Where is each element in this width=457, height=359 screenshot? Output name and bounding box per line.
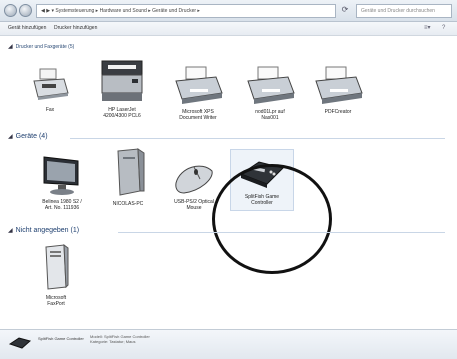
device-label: NICOLAS-PC	[112, 201, 144, 207]
mouse-icon	[175, 165, 213, 194]
device-tile-nod01lpr[interactable]: nod01Lpr auf Nas001	[238, 65, 302, 121]
view-options-icon[interactable]: ≡▾	[424, 24, 431, 33]
device-tile-monitor[interactable]: Belinea 1980 S2 / Art. No. 111936	[30, 153, 94, 211]
forward-button[interactable]	[19, 4, 32, 17]
computer-tower-icon	[117, 148, 145, 196]
unspecified-group-header[interactable]: ◢ Nicht angegeben (1)	[8, 227, 79, 234]
device-label: Belinea 1980 S2 / Art. No. 111936	[42, 199, 82, 211]
help-icon[interactable]: ?	[442, 24, 445, 33]
add-device-button[interactable]: Gerät hinzufügen	[8, 24, 46, 33]
device-tile-pdfcreator[interactable]: PDFCreator	[306, 65, 370, 115]
details-device-meta: Modell: SplitFish Game Controller Katego…	[90, 334, 150, 344]
fax-icon	[33, 68, 69, 100]
collapse-caret-icon[interactable]: ◢	[8, 133, 13, 140]
device-label: USB-PS/2 Optical Mouse	[174, 199, 214, 211]
details-pane: SplitFish Game Controller Modell: SplitF…	[0, 329, 457, 359]
device-label: PDFCreator	[324, 109, 352, 115]
device-tile-hp-laserjet[interactable]: HP LaserJet 4200/4300 PCL6	[90, 55, 154, 119]
device-tile-nicolas-pc[interactable]: NICOLAS-PC	[96, 147, 160, 207]
device-tile-mouse[interactable]: USB-PS/2 Optical Mouse	[162, 157, 226, 211]
collapse-caret-icon[interactable]: ◢	[8, 227, 13, 234]
back-button[interactable]	[4, 4, 17, 17]
printer-icon	[247, 66, 295, 104]
group-divider	[70, 138, 445, 139]
device-label: nod01Lpr auf Nas001	[255, 109, 285, 121]
device-label: SplitFish Game Controller	[244, 194, 280, 206]
device-label: Microsoft XPS Document Writer	[179, 109, 217, 121]
printers-group-header[interactable]: ◢ Drucker und Faxgeräte (5)	[8, 43, 74, 51]
device-tile-microsoft-faxport[interactable]: Microsoft FaxPort	[24, 243, 88, 307]
printer-icon	[315, 66, 363, 104]
game-controller-icon	[239, 161, 284, 188]
device-tile-splitfish-controller[interactable]: SplitFish Game Controller	[230, 149, 294, 211]
search-input[interactable]: Geräte und Drucker durchsuchen	[356, 4, 452, 18]
devices-group-header[interactable]: ◢ Geräte (4)	[8, 133, 48, 140]
details-device-name: SplitFish Game Controller	[38, 336, 84, 341]
breadcrumb[interactable]: ◀ ▶ ▾ Systemsteuerung ▸ Hardware und Sou…	[36, 4, 336, 18]
device-tile-fax[interactable]: Fax	[18, 65, 82, 113]
device-tile-xps-writer[interactable]: Microsoft XPS Document Writer	[166, 65, 230, 121]
device-label: Microsoft FaxPort	[45, 295, 67, 307]
address-bar: ◀ ▶ ▾ Systemsteuerung ▸ Hardware und Sou…	[0, 0, 457, 22]
monitor-icon	[43, 156, 79, 195]
command-bar: Gerät hinzufügen Drucker hinzufügen ≡▾ ?	[0, 22, 457, 36]
group-divider	[118, 232, 445, 233]
game-controller-icon	[8, 337, 32, 349]
laser-printer-icon	[101, 60, 143, 101]
refresh-icon[interactable]: ⟳	[340, 5, 350, 15]
collapse-caret-icon[interactable]: ◢	[8, 43, 13, 50]
devices-and-printers-view: ◢ Drucker und Faxgeräte (5) Fax HP Laser…	[0, 37, 457, 329]
device-label: HP LaserJet 4200/4300 PCL6	[103, 107, 141, 119]
add-printer-button[interactable]: Drucker hinzufügen	[54, 24, 97, 33]
device-label: Fax	[45, 107, 55, 113]
printer-icon	[175, 66, 223, 104]
pc-tower-icon	[45, 243, 69, 290]
